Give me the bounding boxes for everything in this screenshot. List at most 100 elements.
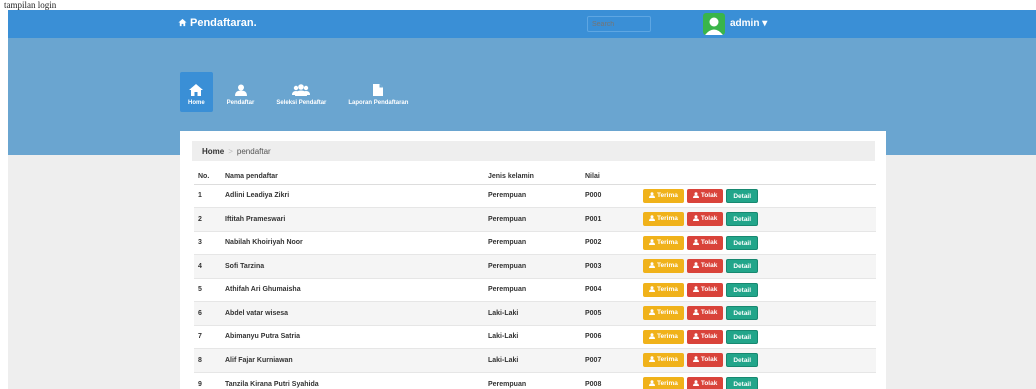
header-score: Nilai bbox=[581, 169, 639, 185]
user-icon bbox=[649, 380, 655, 386]
avatar[interactable] bbox=[703, 13, 725, 35]
home-icon bbox=[189, 84, 204, 96]
row-no: 1 bbox=[194, 183, 221, 208]
reject-label: Tolak bbox=[700, 380, 718, 387]
detail-label: Detail bbox=[733, 263, 752, 271]
detail-label: Detail bbox=[733, 286, 752, 294]
accept-button[interactable]: Terima bbox=[643, 212, 684, 227]
user-icon bbox=[692, 192, 699, 198]
reject-button[interactable]: Tolak bbox=[686, 212, 724, 227]
row-no: 6 bbox=[194, 301, 221, 325]
row-score: P002 bbox=[581, 230, 639, 255]
reject-button[interactable]: Tolak bbox=[686, 282, 724, 297]
applicants-table: No. Nama pendaftar Jenis kelamin Nilai 1… bbox=[194, 169, 876, 389]
main-nav: Home Pendaftar Seleksi Pendaftar Laporan… bbox=[180, 72, 422, 112]
row-name: Abimanyu Putra Satria bbox=[221, 324, 484, 349]
user-icon bbox=[692, 215, 699, 222]
accept-button[interactable]: Terima bbox=[643, 235, 684, 250]
detail-button[interactable]: Detail bbox=[726, 377, 759, 389]
row-no: 8 bbox=[194, 348, 221, 372]
content-card: Home > pendaftar No. Nama pendaftar Jenis … bbox=[180, 131, 886, 389]
nav-label: Seleksi Pendaftar bbox=[276, 100, 327, 106]
reject-button[interactable]: Tolak bbox=[686, 188, 724, 203]
reject-label: Tolak bbox=[700, 215, 718, 223]
nav-item-seleksi[interactable]: Seleksi Pendaftar bbox=[268, 72, 334, 112]
row-name: Sofi Tarzina bbox=[221, 254, 484, 278]
detail-button[interactable]: Detail bbox=[726, 188, 759, 203]
accept-button[interactable]: Terima bbox=[643, 259, 684, 274]
accept-label: Terima bbox=[657, 356, 678, 364]
reject-button[interactable]: Tolak bbox=[686, 377, 724, 389]
breadcrumb-current: pendaftar bbox=[236, 147, 271, 156]
reject-button[interactable]: Tolak bbox=[686, 353, 724, 368]
document-icon bbox=[373, 84, 384, 96]
row-name: Athifah Ari Ghumaisha bbox=[221, 277, 484, 302]
user-icon bbox=[649, 356, 655, 363]
accept-button[interactable]: Terima bbox=[643, 377, 684, 389]
detail-label: Detail bbox=[733, 192, 752, 200]
accept-button[interactable]: Terima bbox=[643, 282, 684, 297]
search-input[interactable] bbox=[587, 16, 651, 32]
detail-button[interactable]: Detail bbox=[726, 353, 759, 368]
accept-label: Terima bbox=[657, 285, 678, 293]
nav-item-laporan[interactable]: Laporan Pendaftaran bbox=[340, 72, 416, 112]
row-actions: Terima Tolak Detail bbox=[639, 230, 876, 255]
chevron-down-icon: ▾ bbox=[762, 18, 768, 29]
user-icon bbox=[649, 239, 655, 245]
breadcrumb-separator: > bbox=[228, 147, 233, 156]
user-icon bbox=[692, 239, 699, 245]
accept-label: Terima bbox=[657, 191, 678, 199]
user-name: admin bbox=[730, 18, 760, 29]
row-actions: Terima Tolak Detail bbox=[639, 371, 876, 389]
reject-button[interactable]: Tolak bbox=[686, 235, 724, 250]
row-actions: Terima Tolak Detail bbox=[639, 348, 876, 372]
detail-button[interactable]: Detail bbox=[726, 329, 759, 344]
reject-button[interactable]: Tolak bbox=[686, 306, 724, 321]
reject-label: Tolak bbox=[700, 285, 718, 293]
table-row: 3 Nabilah Khoiriyah Noor Perempuan P002 Teri… bbox=[194, 230, 876, 255]
accept-button[interactable]: Terima bbox=[643, 353, 684, 368]
brand-label: Pendaftaran. bbox=[190, 17, 257, 29]
nav-item-home[interactable]: Home bbox=[180, 72, 213, 112]
header-actions bbox=[639, 169, 876, 185]
users-icon bbox=[292, 84, 311, 96]
user-icon bbox=[692, 309, 699, 316]
table-row: 1 Adlini Leadiya Zikri Perempuan P000 Terima… bbox=[194, 183, 876, 208]
user-icon bbox=[649, 262, 655, 269]
detail-button[interactable]: Detail bbox=[726, 212, 759, 227]
page: tampilan login Pendaftaran. admin ▾ Home bbox=[0, 0, 1036, 389]
accept-button[interactable]: Terima bbox=[643, 188, 684, 203]
reject-button[interactable]: Tolak bbox=[686, 329, 724, 344]
reject-label: Tolak bbox=[700, 191, 718, 199]
reject-label: Tolak bbox=[700, 356, 718, 364]
detail-button[interactable]: Detail bbox=[726, 306, 759, 321]
row-score: P001 bbox=[581, 207, 639, 231]
detail-label: Detail bbox=[733, 310, 752, 318]
brand[interactable]: Pendaftaran. bbox=[178, 17, 257, 29]
detail-button[interactable]: Detail bbox=[726, 259, 759, 274]
home-icon bbox=[178, 18, 187, 27]
user-menu[interactable]: admin ▾ bbox=[730, 18, 767, 29]
nav-item-pendaftar[interactable]: Pendaftar bbox=[219, 72, 263, 112]
nav-label: Laporan Pendaftaran bbox=[348, 100, 409, 106]
detail-button[interactable]: Detail bbox=[726, 235, 759, 250]
breadcrumb-home-link[interactable]: Home bbox=[202, 147, 224, 156]
accept-label: Terima bbox=[657, 262, 678, 270]
user-icon bbox=[692, 262, 699, 269]
table-row: 9 Tanzila Kirana Putri Syahida Perempuan P0… bbox=[194, 371, 876, 389]
detail-button[interactable]: Detail bbox=[726, 282, 759, 297]
row-name: Adlini Leadiya Zikri bbox=[221, 183, 484, 208]
row-actions: Terima Tolak Detail bbox=[639, 324, 876, 349]
header-name: Nama pendaftar bbox=[221, 169, 484, 185]
accept-button[interactable]: Terima bbox=[643, 329, 684, 344]
reject-button[interactable]: Tolak bbox=[686, 259, 724, 274]
user-icon bbox=[692, 356, 699, 363]
row-no: 3 bbox=[194, 230, 221, 255]
row-gender: Laki-Laki bbox=[484, 301, 581, 325]
accept-button[interactable]: Terima bbox=[643, 306, 684, 321]
row-name: Nabilah Khoiriyah Noor bbox=[221, 230, 484, 255]
detail-label: Detail bbox=[733, 239, 752, 247]
user-icon bbox=[234, 84, 247, 96]
row-name: Iftitah Prameswari bbox=[221, 207, 484, 231]
nav-label: Home bbox=[188, 100, 205, 106]
